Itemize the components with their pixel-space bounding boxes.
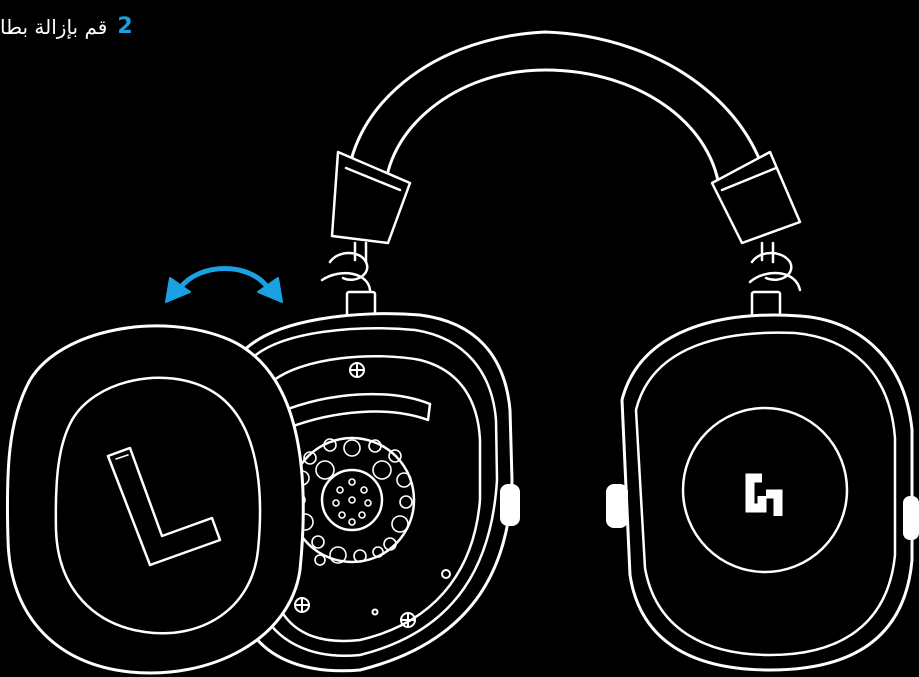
- headset-illustration: [5, 30, 919, 675]
- instruction-step-panel: 2 قم بإزالة بطا: [0, 0, 919, 677]
- headband: [345, 30, 772, 202]
- rotate-arrow-icon: [165, 266, 283, 303]
- screw-icon: [294, 597, 310, 613]
- right-earcup: [606, 313, 919, 672]
- left-slider: [320, 150, 412, 332]
- right-slider: [710, 150, 802, 334]
- screw-icon: [400, 612, 416, 628]
- screw-icon: [349, 362, 365, 378]
- ear-pad: [5, 324, 305, 675]
